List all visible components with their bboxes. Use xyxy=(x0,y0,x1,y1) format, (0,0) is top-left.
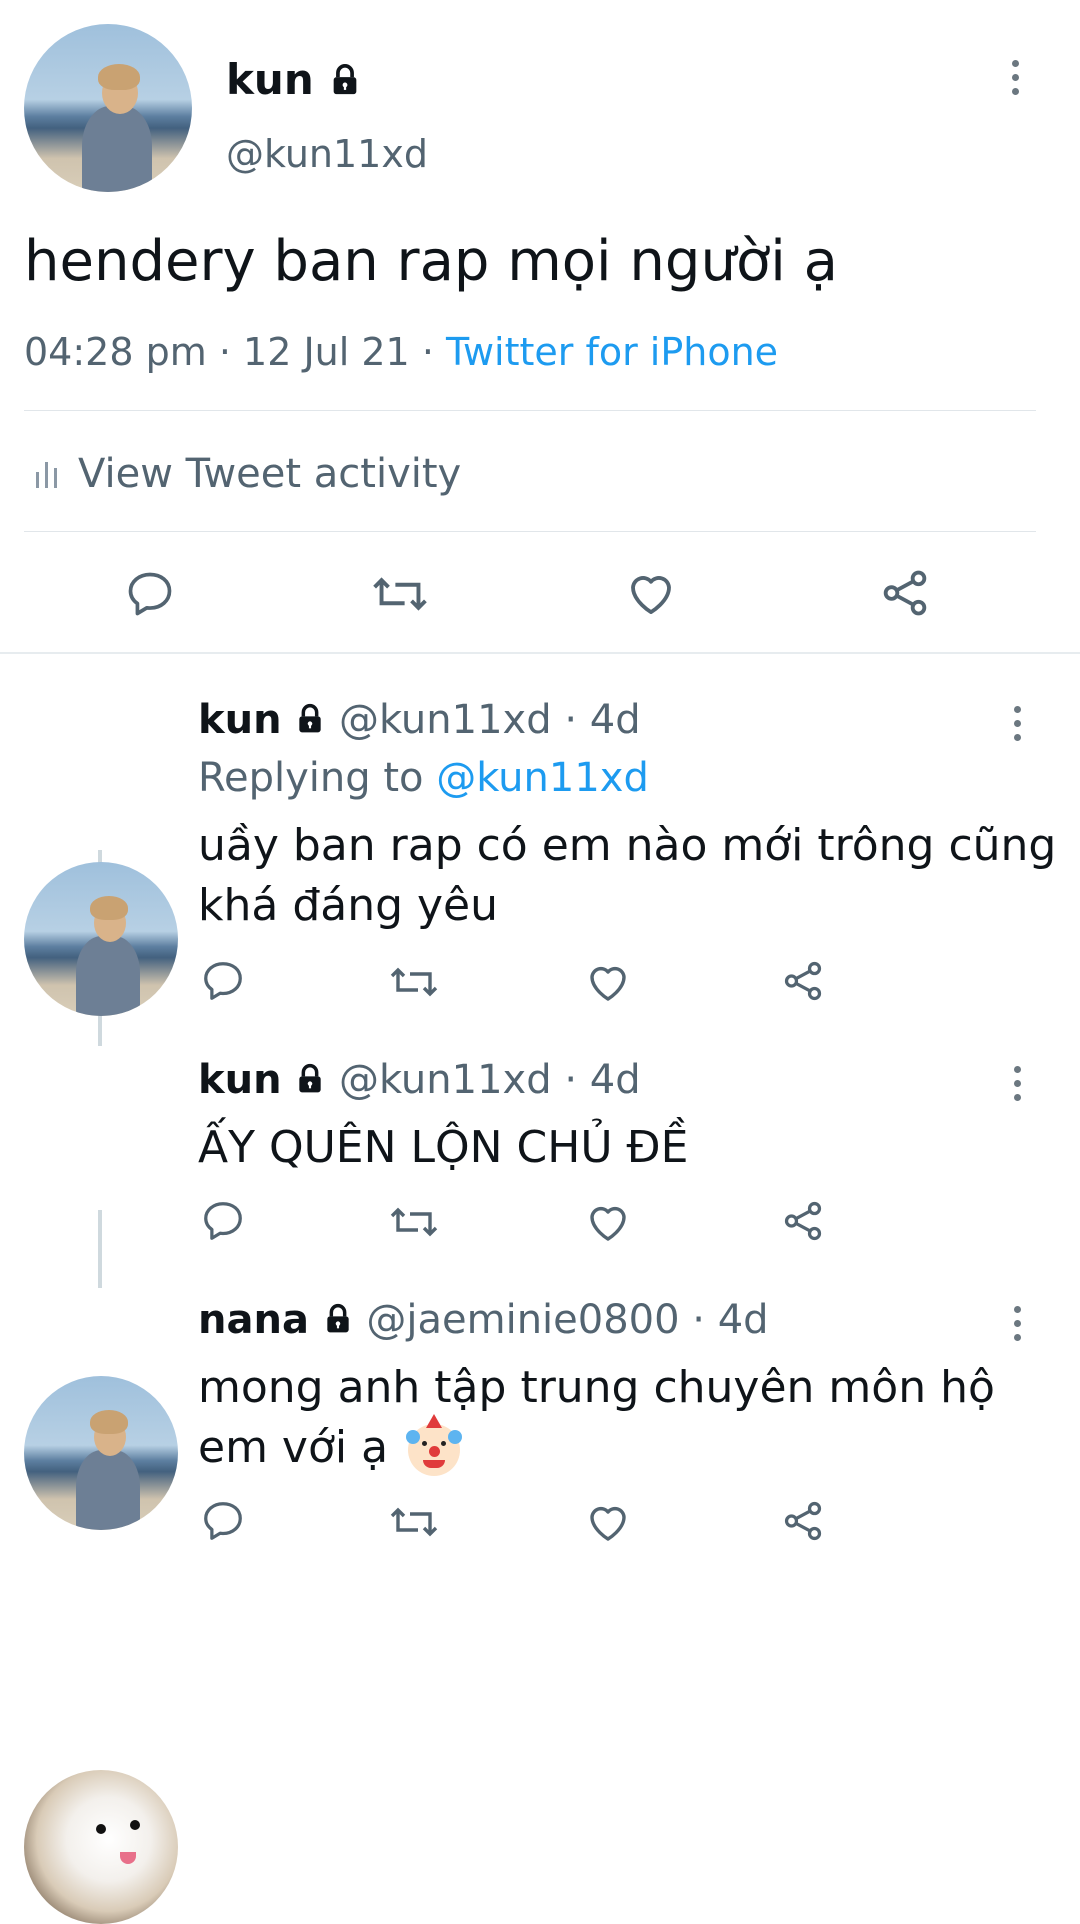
replying-to-label: Replying to xyxy=(198,755,424,801)
separator: · xyxy=(564,697,578,743)
share-icon[interactable] xyxy=(780,1498,826,1544)
share-icon[interactable] xyxy=(780,958,826,1004)
author-name[interactable]: kun xyxy=(226,55,314,104)
reply-age: 4d xyxy=(589,1057,641,1103)
reply-avatar[interactable] xyxy=(24,862,178,1016)
reply-header: kun @kun11xd · 4d xyxy=(198,694,641,748)
reply-text: mong anh tập trung chuyên môn hộ em với … xyxy=(198,1358,995,1478)
reply-text-line: khá đáng yêu xyxy=(198,880,499,931)
more-options-icon[interactable] xyxy=(1012,60,1019,102)
reply-age: 4d xyxy=(717,1297,769,1343)
author-handle[interactable]: @kun11xd xyxy=(226,128,428,180)
share-icon[interactable] xyxy=(780,1198,826,1244)
tweet-date: 12 Jul 21 xyxy=(243,330,410,374)
reply-author-name[interactable]: nana xyxy=(198,1297,309,1343)
like-icon[interactable] xyxy=(584,1198,632,1246)
more-options-icon[interactable] xyxy=(1014,1066,1021,1108)
more-options-icon[interactable] xyxy=(1014,1306,1021,1348)
lock-icon xyxy=(294,696,326,748)
tweet-meta: 04:28 pm · 12 Jul 21 · Twitter for iPhon… xyxy=(24,326,778,378)
reply-text: uầy ban rap có em nào mới trông cũng khá… xyxy=(198,816,1056,936)
divider xyxy=(24,410,1036,411)
separator: · xyxy=(564,1057,578,1103)
tweet-source-link[interactable]: Twitter for iPhone xyxy=(446,330,778,374)
share-icon[interactable] xyxy=(878,566,932,620)
more-options-icon[interactable] xyxy=(1014,706,1021,748)
author-avatar[interactable] xyxy=(24,24,192,192)
separator: · xyxy=(218,330,231,374)
author-name-row[interactable]: kun xyxy=(226,52,362,111)
retweet-icon[interactable] xyxy=(370,566,430,622)
reply-text-line: uầy ban rap có em nào mới trông cũng xyxy=(198,820,1057,871)
reply-age: 4d xyxy=(589,697,641,743)
separator: · xyxy=(421,330,434,374)
reply-text-line: mong anh tập trung chuyên môn hộ xyxy=(198,1362,995,1413)
separator: · xyxy=(692,1297,705,1343)
view-activity-label[interactable]: View Tweet activity xyxy=(78,448,461,500)
reply-icon[interactable] xyxy=(200,1498,246,1544)
reply-text: ẤY QUÊN LỘN CHỦ ĐỀ xyxy=(198,1122,689,1173)
reply-icon[interactable] xyxy=(200,958,246,1004)
reply-icon[interactable] xyxy=(124,568,176,620)
reply-text-fragment: em với ạ xyxy=(198,1422,389,1473)
reply-avatar[interactable] xyxy=(24,1770,178,1924)
lock-icon xyxy=(322,1296,354,1348)
replying-to-link[interactable]: @kun11xd xyxy=(436,755,649,801)
section-divider xyxy=(0,652,1080,654)
like-icon[interactable] xyxy=(624,566,678,620)
reply-text-line: em với ạ xyxy=(198,1414,995,1478)
like-icon[interactable] xyxy=(584,958,632,1006)
reply-author-handle[interactable]: @jaeminie0800 xyxy=(366,1297,679,1343)
lock-icon xyxy=(328,55,362,111)
retweet-icon[interactable] xyxy=(388,1498,440,1546)
analytics-icon xyxy=(34,458,60,490)
reply-author-name[interactable]: kun xyxy=(198,697,282,743)
replying-to-row: Replying to @kun11xd xyxy=(198,752,649,804)
reply-avatar[interactable] xyxy=(24,1376,178,1530)
reply-author-name[interactable]: kun xyxy=(198,1057,282,1103)
reply-icon[interactable] xyxy=(200,1198,246,1244)
tweet-text: hendery ban rap mọi người ạ xyxy=(24,229,838,294)
divider xyxy=(24,531,1036,532)
lock-icon xyxy=(294,1056,326,1108)
retweet-icon[interactable] xyxy=(388,958,440,1006)
reply-author-handle[interactable]: @kun11xd xyxy=(339,697,552,743)
thread-connector xyxy=(98,1210,102,1288)
like-icon[interactable] xyxy=(584,1498,632,1546)
reply-header: nana @jaeminie0800 · 4d xyxy=(198,1294,769,1348)
reply-header: kun @kun11xd · 4d xyxy=(198,1054,641,1108)
clown-face-emoji xyxy=(406,1414,463,1476)
retweet-icon[interactable] xyxy=(388,1198,440,1246)
reply-author-handle[interactable]: @kun11xd xyxy=(339,1057,552,1103)
tweet-time: 04:28 pm xyxy=(24,330,207,374)
